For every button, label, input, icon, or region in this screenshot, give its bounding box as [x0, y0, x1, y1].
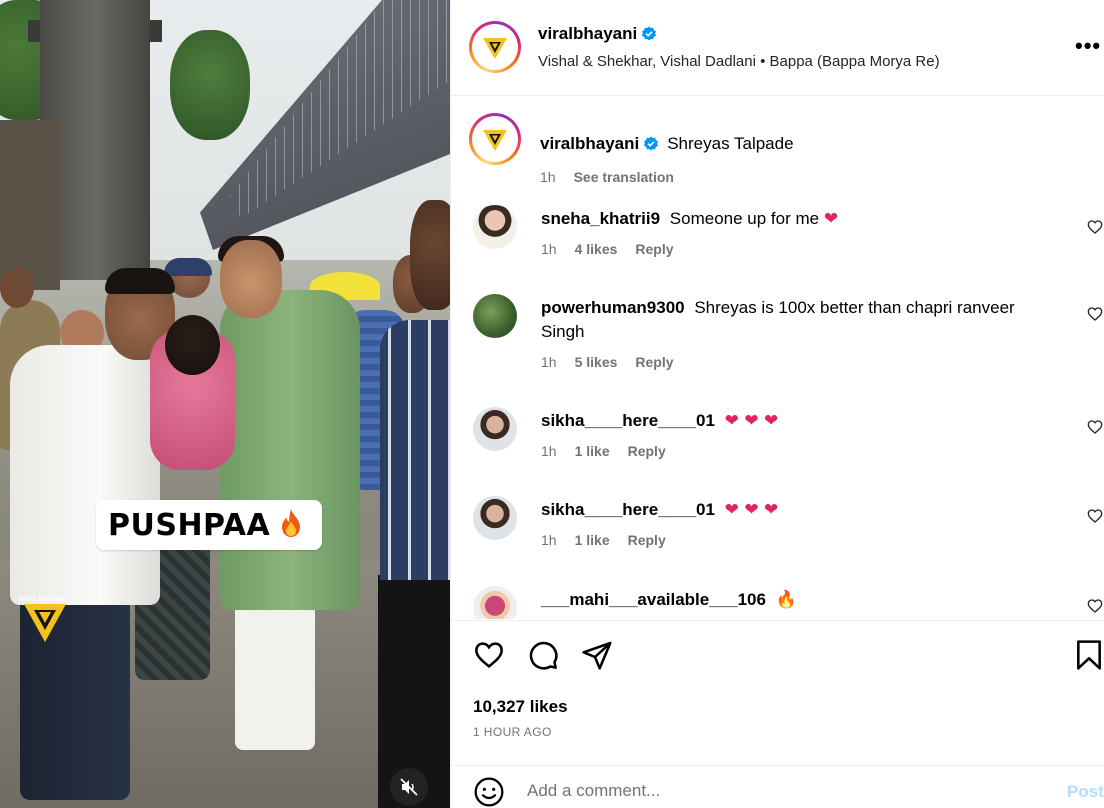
- post-timestamp: 1 HOUR AGO: [473, 725, 552, 739]
- comment-time: 1h: [541, 532, 557, 548]
- commenter-avatar[interactable]: [473, 407, 517, 451]
- reply-button[interactable]: Reply: [635, 354, 673, 370]
- video-person: [220, 240, 282, 318]
- comment-text: Someone up for me: [669, 209, 820, 228]
- viral-bhayani-logo-icon: [483, 130, 507, 151]
- comments-list[interactable]: viralbhayani Shreyas Talpade 1h See tran…: [451, 97, 1104, 619]
- caption-username[interactable]: viralbhayani: [540, 134, 639, 154]
- video-person: [10, 345, 160, 605]
- reply-button[interactable]: Reply: [628, 443, 666, 459]
- heart-emoji: ❤: [823, 209, 839, 229]
- caption-avatar-inner: [472, 116, 518, 162]
- reply-button[interactable]: Reply: [635, 241, 673, 257]
- post-media-video[interactable]: VIRAL BHAYANI PUSHPAA: [0, 0, 450, 808]
- comment-likes[interactable]: 1 like: [575, 443, 610, 459]
- video-shed: [0, 120, 60, 290]
- post-details-panel: viralbhayani Vishal & Shekhar, Vishal Da…: [450, 0, 1104, 808]
- viral-bhayani-logo-icon: [483, 38, 507, 59]
- video-caption-overlay: PUSHPAA: [96, 500, 323, 550]
- viral-bhayani-watermark-logo: [24, 604, 66, 642]
- verified-badge-icon: [642, 26, 657, 41]
- commenter-avatar[interactable]: [473, 496, 517, 540]
- author-avatar-inner: [472, 24, 518, 70]
- commenter-avatar[interactable]: [473, 205, 517, 249]
- comment-bubble-icon[interactable]: [527, 639, 559, 671]
- like-comment-heart-icon[interactable]: [1087, 306, 1103, 322]
- caption-text: Shreyas Talpade: [667, 134, 794, 153]
- author-username[interactable]: viralbhayani: [538, 24, 637, 44]
- comment-username[interactable]: ___mahi___available___106: [541, 590, 766, 609]
- like-comment-heart-icon[interactable]: [1087, 598, 1103, 614]
- comment-likes[interactable]: 5 likes: [575, 354, 618, 370]
- comment-time: 1h: [541, 443, 557, 459]
- audio-attribution[interactable]: Vishal & Shekhar, Vishal Dadlani • Bappa…: [538, 53, 940, 70]
- share-paper-plane-icon[interactable]: [581, 639, 613, 671]
- comment-time: 1h: [541, 241, 557, 257]
- video-person: [220, 290, 360, 610]
- heart-emoji: ❤ ❤ ❤: [724, 500, 779, 520]
- verified-badge-icon: [644, 136, 659, 151]
- comment-input[interactable]: [527, 778, 1047, 804]
- caption-author-avatar[interactable]: [469, 113, 521, 165]
- add-comment-bar: Post: [451, 765, 1104, 808]
- video-person: [235, 600, 315, 750]
- author-avatar[interactable]: [469, 21, 521, 73]
- post-actions: 10,327 likes 1 HOUR AGO: [451, 620, 1104, 765]
- comment-time: 1h: [541, 354, 557, 370]
- comment-username[interactable]: powerhuman9300: [541, 298, 685, 317]
- comment-meta: 1h 1 like Reply: [541, 443, 666, 459]
- fire-icon: [278, 508, 304, 543]
- comment-text-line: ___mahi___available___106 🔥: [541, 588, 1061, 612]
- comment-text-line: sikha____here____01 ❤ ❤ ❤: [541, 409, 1061, 433]
- caption-time: 1h: [540, 169, 556, 185]
- emoji-picker-icon[interactable]: [473, 776, 505, 808]
- commenter-avatar[interactable]: [473, 294, 517, 338]
- like-comment-heart-icon[interactable]: [1087, 419, 1103, 435]
- video-person: [380, 320, 450, 580]
- save-bookmark-icon[interactable]: [1075, 639, 1103, 671]
- post-comment-button[interactable]: Post: [1067, 782, 1104, 802]
- video-person: [165, 315, 220, 375]
- like-heart-icon[interactable]: [473, 639, 505, 671]
- commenter-avatar[interactable]: [473, 586, 517, 619]
- header-user-row: viralbhayani: [538, 24, 657, 44]
- comment-meta: 1h 5 likes Reply: [541, 354, 674, 370]
- video-caption-text: PUSHPAA: [108, 507, 271, 543]
- comment-likes[interactable]: 1 like: [575, 532, 610, 548]
- video-person: [0, 268, 34, 308]
- caption-meta: 1h See translation: [540, 169, 674, 185]
- like-comment-heart-icon[interactable]: [1087, 508, 1103, 524]
- like-comment-heart-icon[interactable]: [1087, 219, 1103, 235]
- video-person: [105, 268, 175, 294]
- video-tree: [170, 30, 250, 140]
- comment-username[interactable]: sikha____here____01: [541, 500, 715, 519]
- fire-emoji: 🔥: [775, 590, 797, 610]
- more-options-button[interactable]: •••: [1075, 35, 1101, 57]
- comment-text-line: sneha_khatrii9 Someone up for me ❤: [541, 207, 1061, 231]
- speaker-muted-icon: [400, 778, 418, 796]
- caption-line: viralbhayani Shreyas Talpade: [540, 134, 794, 154]
- post-header: viralbhayani Vishal & Shekhar, Vishal Da…: [451, 0, 1104, 96]
- comment-text-line: powerhuman9300 Shreyas is 100x better th…: [541, 296, 1061, 344]
- comment-likes[interactable]: 4 likes: [575, 241, 618, 257]
- see-translation-link[interactable]: See translation: [574, 169, 674, 185]
- video-person: [164, 258, 212, 276]
- comment-meta: 1h 4 likes Reply: [541, 241, 674, 257]
- comment-text-line: sikha____here____01 ❤ ❤ ❤: [541, 498, 1061, 522]
- likes-count[interactable]: 10,327 likes: [473, 697, 568, 717]
- video-person: [410, 200, 450, 310]
- comment-meta: 1h 1 like Reply: [541, 532, 666, 548]
- reply-button[interactable]: Reply: [628, 532, 666, 548]
- mute-button[interactable]: [390, 768, 428, 806]
- comment-username[interactable]: sneha_khatrii9: [541, 209, 660, 228]
- heart-emoji: ❤ ❤ ❤: [724, 411, 779, 431]
- comment-username[interactable]: sikha____here____01: [541, 411, 715, 430]
